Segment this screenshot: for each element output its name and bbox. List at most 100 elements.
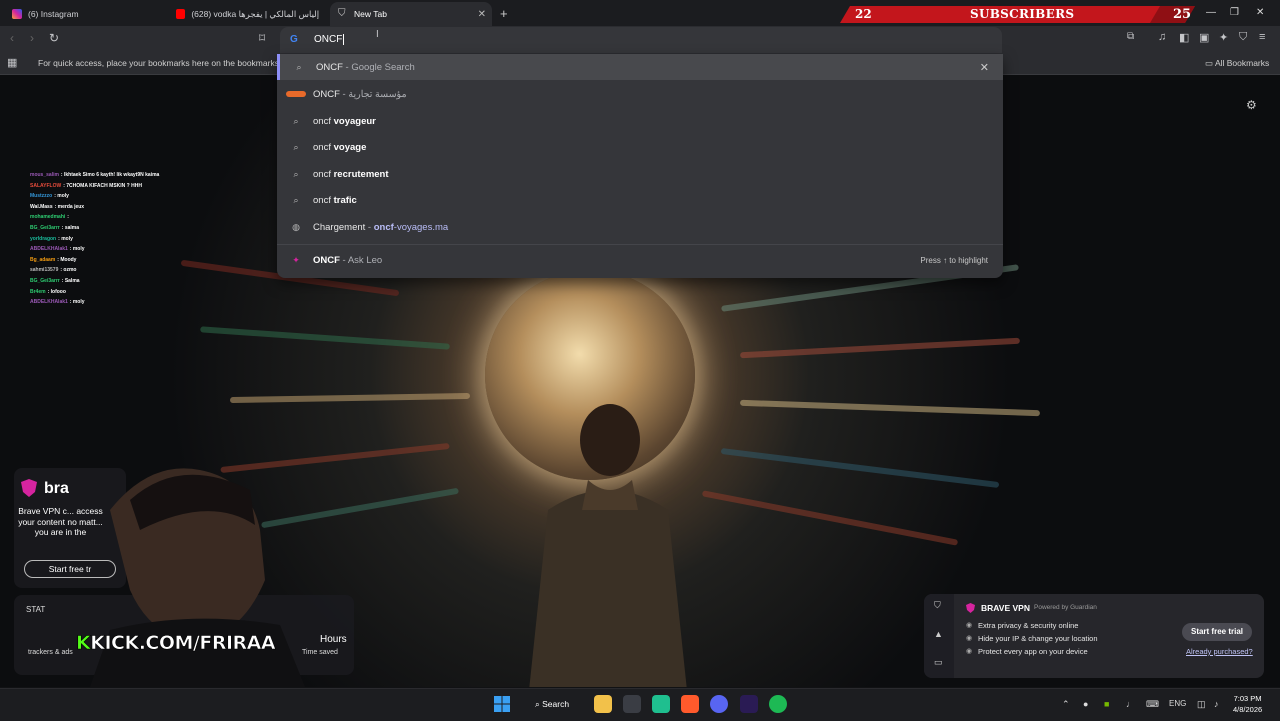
suggestion-query[interactable]: ⌕ oncf recrutement — [277, 161, 1003, 187]
sidebar-icon[interactable]: ◧ — [1179, 31, 1189, 44]
vpn-title: BRAVE VPN — [981, 603, 1030, 613]
close-window-icon[interactable]: ✕ — [1256, 7, 1264, 18]
all-bookmarks-label: All Bookmarks — [1214, 58, 1270, 68]
network-icon[interactable]: ◫ — [1197, 699, 1206, 710]
stats-hours: Hours — [320, 634, 347, 645]
nvidia-icon[interactable]: ■ — [1104, 699, 1109, 709]
tab-new-tab[interactable]: ⛉ New Tab ✕ — [330, 2, 492, 26]
suggestion-google-search[interactable]: ⌕ ONCF - Google Search ✕ — [277, 54, 1003, 80]
chat-message: BG_Gei3arrr: salma — [30, 224, 79, 231]
leo-icon[interactable]: ✦ — [1219, 31, 1228, 44]
suggestion-url[interactable]: ◍ Chargement - oncf-voyages.ma — [277, 214, 1003, 240]
clock-time: 7:03 PM — [1233, 694, 1262, 703]
camera-icon[interactable]: ▭ — [934, 657, 943, 668]
windows-start-icon[interactable] — [494, 696, 510, 712]
maximize-icon[interactable]: ❐ — [1230, 7, 1239, 18]
file-explorer-icon[interactable] — [594, 695, 612, 713]
taskbar-clock[interactable]: 7:03 PM 4/8/2026 — [1233, 693, 1262, 715]
address-bar[interactable] — [280, 27, 1002, 54]
reload-icon[interactable]: ↻ — [49, 31, 59, 45]
vpn-feature-1: Extra privacy & security online — [978, 621, 1079, 630]
chat-message: SALAYFLOW: 7CHOMA KIFACH MSKIN ? HHH — [30, 182, 142, 189]
menu-icon[interactable]: ≡ — [1259, 31, 1265, 43]
google-icon: G — [290, 34, 298, 45]
suggestion-sep: - — [365, 221, 374, 233]
search-icon: ⌕ — [293, 194, 299, 205]
game-app-icon[interactable] — [652, 695, 670, 713]
chat-username: mous_salim — [30, 172, 59, 178]
suggestion-ask-leo[interactable]: ✦ ONCF - Ask Leo Press ↑ to highlight — [277, 247, 1003, 273]
tab-instagram[interactable]: (6) Instagram — [4, 2, 169, 26]
suggestion-main: Chargement — [313, 221, 366, 233]
bookmarks-bar-message: For quick access, place your bookmarks h… — [38, 58, 296, 68]
tray-app-icon[interactable]: ● — [1083, 699, 1088, 709]
language-indicator[interactable]: ENG — [1169, 699, 1186, 708]
chat-text: Salma — [64, 277, 80, 284]
forward-icon[interactable]: › — [30, 31, 34, 45]
vpn-feature-3: Protect every app on your device — [978, 647, 1088, 656]
vpn-powered-by: Powered by Guardian — [1034, 604, 1097, 611]
new-tab-button[interactable]: + — [500, 6, 508, 21]
spotify-icon[interactable] — [769, 695, 787, 713]
tray-overflow-icon[interactable]: ⌃ — [1062, 699, 1070, 710]
chat-username: Wal.Mass — [30, 203, 53, 210]
settings-gear-icon[interactable]: ⚙ — [1246, 98, 1257, 112]
back-icon[interactable]: ‹ — [10, 31, 14, 45]
brave-taskbar-icon[interactable] — [681, 695, 699, 713]
suggestion-completion: trafic — [333, 194, 357, 206]
chat-message: BG_Gei3arrr: Salma — [30, 277, 80, 284]
suggestion-main: oncf — [313, 141, 334, 153]
snipping-tool-icon[interactable] — [623, 695, 641, 713]
chat-text: Moody — [60, 256, 77, 263]
chat-message: Wal.Mass: merda jeux — [30, 203, 85, 210]
vpn-brand-text: bra — [44, 480, 69, 497]
discord-icon[interactable] — [710, 695, 728, 713]
leo-icon: ✦ — [292, 254, 300, 265]
warning-icon[interactable]: ▲ — [934, 629, 943, 639]
suggestion-query[interactable]: ⌕ oncf voyage — [277, 134, 1003, 160]
chat-message: sahmi13579: ozmo — [30, 267, 77, 274]
address-input[interactable]: ONCF — [314, 34, 345, 45]
divider — [277, 244, 1003, 245]
suggestion-completion: recrutement — [333, 168, 389, 180]
already-purchased-link[interactable]: Already purchased? — [1186, 647, 1253, 656]
start-free-trial-button[interactable]: Start free trial — [1182, 623, 1252, 641]
all-bookmarks-button[interactable]: ▭ All Bookmarks — [1205, 58, 1269, 69]
chat-username: Bg_adaam — [30, 256, 56, 263]
suggestion-completion: voyageur — [333, 115, 376, 127]
brave-shield-icon: ⛉ — [338, 8, 346, 19]
microphone-icon[interactable]: ♩ — [1126, 699, 1135, 709]
suggestion-domain-bold: oncf — [373, 221, 394, 233]
clock-date: 4/8/2026 — [1233, 705, 1263, 714]
search-icon: ⌕ — [293, 168, 299, 179]
suggestion-entity[interactable]: ONCF - مؤسسة تجارية — [277, 81, 1003, 107]
chat-username: ABDELKHAlak1 — [30, 246, 68, 253]
tab-youtube[interactable]: (628) vodka مع إلياس المالكي | يفجرها — [168, 2, 330, 26]
suggestion-secondary: Google Search — [351, 61, 415, 73]
suggestion-secondary: مؤسسة تجارية — [348, 88, 407, 100]
suggestion-query[interactable]: ⌕ oncf trafic — [277, 187, 1003, 213]
taskbar-search[interactable]: ⌕ Search — [525, 694, 579, 714]
kick-k-letter: K — [76, 632, 91, 655]
premiere-icon[interactable] — [740, 695, 758, 713]
tab-title: (628) vodka مع إلياس المالكي | يفجرها — [191, 8, 322, 19]
brave-vpn-logo-icon — [21, 479, 37, 497]
vpn-shield-icon[interactable]: ⛉ — [934, 600, 941, 611]
keyboard-icon[interactable]: ⌨ — [1146, 699, 1159, 710]
check-icon: ◉ — [966, 635, 973, 642]
youtube-icon — [176, 9, 186, 19]
close-tab-icon[interactable]: ✕ — [478, 9, 486, 20]
suggestion-query[interactable]: ⌕ oncf voyageur — [277, 108, 1003, 134]
chat-username: mohamedmahi — [30, 214, 66, 221]
apps-grid-icon[interactable]: ▦ — [7, 56, 17, 69]
media-icon[interactable]: ♫ — [1158, 31, 1166, 43]
chat-text: moly — [61, 235, 73, 242]
remove-suggestion-icon[interactable]: ✕ — [980, 61, 989, 74]
chat-text: moly — [72, 299, 85, 306]
vpn-icon[interactable]: ⛉ — [1239, 31, 1247, 44]
volume-icon[interactable]: ♪ — [1214, 699, 1219, 709]
wallet-icon[interactable]: ▣ — [1199, 31, 1209, 44]
bookmark-icon[interactable]: ⌑ — [259, 31, 265, 45]
screenshot-icon[interactable]: ⧉ — [1127, 31, 1134, 42]
minimize-icon[interactable]: — — [1206, 7, 1216, 18]
